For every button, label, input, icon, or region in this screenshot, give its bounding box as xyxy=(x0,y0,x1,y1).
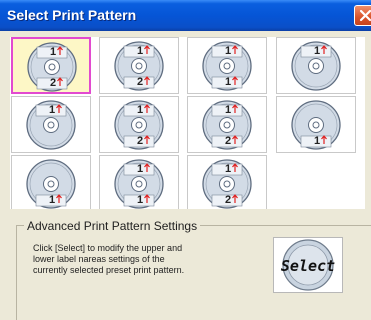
pattern-cell-2[interactable]: 12 xyxy=(99,37,179,94)
top-label-number: 1 xyxy=(225,104,231,116)
bottom-label-number: 1 xyxy=(49,194,55,206)
top-label-number: 1 xyxy=(137,163,143,175)
top-label-number: 1 xyxy=(225,163,231,175)
pattern-cell-9[interactable]: 1 xyxy=(11,155,91,212)
title-bar: Select Print Pattern xyxy=(0,0,371,31)
disc-label-icon: 12 xyxy=(202,159,252,209)
disc-label-icon: 1 xyxy=(291,41,341,91)
bottom-label-number: 2 xyxy=(137,135,143,147)
advanced-description: Click [Select] to modify the upper and l… xyxy=(33,243,233,276)
disc-label-icon: 1 xyxy=(26,159,76,209)
window-title: Select Print Pattern xyxy=(7,7,137,23)
disc-label-icon: 1 xyxy=(291,100,341,150)
disc-label-icon: 12 xyxy=(114,41,164,91)
select-label: Select xyxy=(280,257,336,275)
bottom-label-number: 2 xyxy=(225,194,231,206)
bottom-label-number: 2 xyxy=(50,77,56,89)
pattern-cell-5[interactable]: 1 xyxy=(11,96,91,153)
description-line: Click [Select] to modify the upper and xyxy=(33,243,183,253)
top-label-number: 1 xyxy=(137,104,143,116)
description-line: lower label nareas settings of the xyxy=(33,254,165,264)
select-button[interactable]: Select xyxy=(273,237,343,293)
description-line: currently selected preset print pattern. xyxy=(33,265,185,275)
top-label-number: 1 xyxy=(314,45,320,57)
bottom-label-number: 2 xyxy=(225,135,231,147)
top-label-number: 1 xyxy=(225,45,231,57)
pattern-cell-7[interactable]: 12 xyxy=(187,96,267,153)
bottom-label-number: 1 xyxy=(137,194,143,206)
pattern-cell-10[interactable]: 11 xyxy=(99,155,179,212)
pattern-grid: 121211111212111112 xyxy=(10,37,365,212)
close-button[interactable] xyxy=(354,5,371,26)
disc-label-icon: 12 xyxy=(114,100,164,150)
top-label-number: 1 xyxy=(50,46,56,58)
pattern-cell-11[interactable]: 12 xyxy=(187,155,267,212)
close-x-icon xyxy=(359,9,371,22)
pattern-cell-8[interactable]: 1 xyxy=(276,96,356,153)
disc-label-icon: 12 xyxy=(202,100,252,150)
disc-label-icon: 11 xyxy=(114,159,164,209)
top-label-number: 1 xyxy=(49,104,55,116)
disc-label-icon: 11 xyxy=(202,41,252,91)
pattern-cell-6[interactable]: 12 xyxy=(99,96,179,153)
pattern-cell-1[interactable]: 12 xyxy=(11,37,91,94)
disc-label-icon: 1 xyxy=(26,100,76,150)
bottom-label-number: 2 xyxy=(137,76,143,88)
pattern-cell-4[interactable]: 1 xyxy=(276,37,356,94)
advanced-group-title: Advanced Print Pattern Settings xyxy=(24,219,201,233)
pattern-cell-3[interactable]: 11 xyxy=(187,37,267,94)
bottom-label-number: 1 xyxy=(314,135,320,147)
disc-label-icon: 12 xyxy=(27,42,77,92)
bottom-label-number: 1 xyxy=(225,76,231,88)
top-label-number: 1 xyxy=(137,45,143,57)
